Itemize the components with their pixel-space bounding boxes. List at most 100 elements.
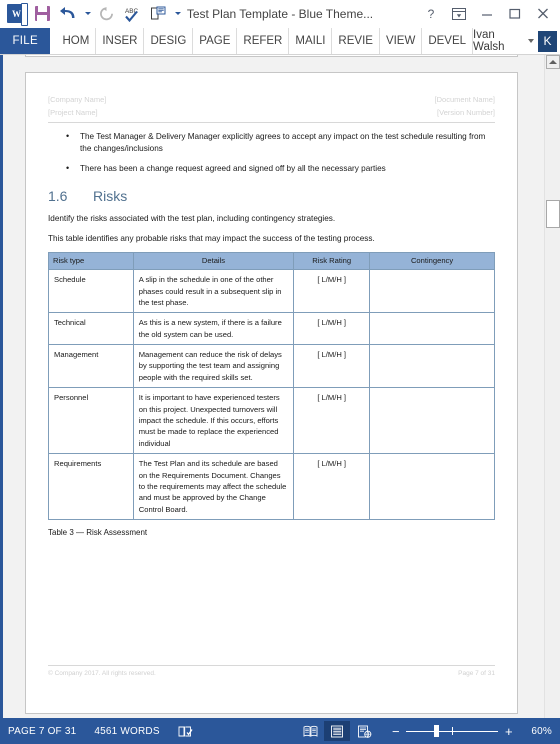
view-buttons <box>297 721 377 741</box>
ribbon-display-options-icon[interactable] <box>446 3 472 25</box>
tab-review[interactable]: REVIE <box>332 28 380 54</box>
read-mode-view-button[interactable] <box>297 721 323 741</box>
minimize-button[interactable] <box>474 3 500 25</box>
cell-risk-type: Schedule <box>48 269 134 314</box>
help-button[interactable]: ? <box>418 3 444 25</box>
print-preview-icon[interactable] <box>146 2 170 26</box>
table-row[interactable]: Requirements The Test Plan and its sched… <box>48 453 495 521</box>
tab-developer[interactable]: DEVEL <box>422 28 474 54</box>
account-area[interactable]: Ivan Walsh K <box>473 28 560 54</box>
paragraph: Identify the risks associated with the t… <box>48 213 336 223</box>
undo-dropdown-icon[interactable] <box>82 2 92 26</box>
proofing-status-icon[interactable] <box>178 725 193 738</box>
word-window: W ABC Test Plan Template - Blue Theme...… <box>0 0 560 744</box>
document-canvas[interactable]: [Company Name] [Project Name] [Document … <box>3 55 544 718</box>
column-header-risk-rating: Risk Rating <box>293 252 371 271</box>
document-work-area: [Company Name] [Project Name] [Document … <box>0 55 560 718</box>
zoom-slider[interactable] <box>406 725 499 737</box>
table-row[interactable]: Management Management can reduce the ris… <box>48 344 495 389</box>
quick-access-toolbar: W ABC <box>0 2 182 26</box>
cell-risk-type: Personnel <box>48 387 134 455</box>
vertical-scrollbar[interactable] <box>544 55 560 718</box>
table-caption: Table 3 — Risk Assessment <box>48 528 148 538</box>
close-button[interactable] <box>530 3 556 25</box>
cell-risk-rating: [ L/M/H ] <box>293 453 371 521</box>
cell-risk-rating: [ L/M/H ] <box>293 387 371 455</box>
table-header-row: Risk type Details Risk Rating Contingenc… <box>48 252 495 271</box>
cell-contingency <box>369 312 495 346</box>
table-row[interactable]: Technical As this is a new system, if th… <box>48 312 495 346</box>
table-row[interactable]: Schedule A slip in the schedule in one o… <box>48 269 495 314</box>
tab-home[interactable]: HOM <box>56 28 97 54</box>
customize-qat-icon[interactable] <box>172 2 182 26</box>
column-header-risk-type: Risk type <box>48 252 134 271</box>
section-title: Risks <box>93 187 128 204</box>
zoom-level-label[interactable]: 60% <box>531 726 552 737</box>
document-header: [Company Name] [Project Name] [Document … <box>48 95 495 119</box>
zoom-slider-tick <box>452 727 454 735</box>
header-project-name: [Project Name] <box>48 107 98 117</box>
risk-assessment-table[interactable]: Risk type Details Risk Rating Contingenc… <box>48 252 495 521</box>
word-count[interactable]: 4561 WORDS <box>94 726 159 737</box>
redo-icon[interactable] <box>94 2 118 26</box>
word-logo-icon[interactable]: W <box>4 2 28 26</box>
maximize-button[interactable] <box>502 3 528 25</box>
cell-details: Management can reduce the risk of delays… <box>132 344 295 389</box>
title-bar: W ABC Test Plan Template - Blue Theme...… <box>0 0 560 28</box>
cell-risk-rating: [ L/M/H ] <box>293 312 371 346</box>
section-heading: 1.6 Risks <box>48 188 495 204</box>
cell-details: A slip in the schedule in one of the oth… <box>132 269 295 314</box>
bullet-list: The Test Manager & Delivery Manager expl… <box>66 130 495 176</box>
footer-page-number: Page 7 of 31 <box>458 670 495 677</box>
save-icon[interactable] <box>30 2 54 26</box>
header-version-number: [Version Number] <box>437 107 495 117</box>
cell-risk-type: Management <box>48 344 134 389</box>
tab-design[interactable]: DESIG <box>144 28 194 54</box>
ribbon-tab-bar: FILE HOM INSER DESIG PAGE REFER MAILI RE… <box>0 28 560 55</box>
tab-view[interactable]: VIEW <box>380 28 423 54</box>
ribbon-tabs: HOM INSER DESIG PAGE REFER MAILI REVIE V… <box>56 28 474 54</box>
window-controls: ? <box>418 3 560 25</box>
spelling-icon[interactable]: ABC <box>120 2 144 26</box>
column-header-details: Details <box>132 252 295 271</box>
cell-risk-type: Requirements <box>48 453 134 521</box>
section-number: 1.6 <box>48 187 68 204</box>
tab-references[interactable]: REFER <box>237 28 290 54</box>
cell-contingency <box>369 387 495 455</box>
scroll-up-button[interactable] <box>546 55 560 69</box>
cell-risk-rating: [ L/M/H ] <box>293 269 371 314</box>
cell-details: It is important to have experienced test… <box>132 387 295 455</box>
chevron-down-icon[interactable] <box>528 39 535 43</box>
tab-file[interactable]: FILE <box>0 28 51 54</box>
avatar[interactable]: K <box>538 30 557 52</box>
footer-divider <box>48 665 495 666</box>
zoom-out-button[interactable]: − <box>391 725 400 738</box>
cell-risk-type: Technical <box>48 312 134 346</box>
cell-contingency <box>369 269 495 314</box>
tab-page-layout[interactable]: PAGE <box>193 28 238 54</box>
footer-copyright: © Company 2017. All rights reserved. <box>48 670 156 677</box>
tab-mailings[interactable]: MAILI <box>289 28 333 54</box>
scrollbar-thumb[interactable] <box>546 200 560 228</box>
cell-contingency <box>369 453 495 521</box>
previous-page-edge <box>25 55 518 57</box>
table-row[interactable]: Personnel It is important to have experi… <box>48 387 495 455</box>
zoom-in-button[interactable]: + <box>504 725 513 738</box>
paragraph: This table identifies any probable risks… <box>48 233 375 243</box>
page-indicator[interactable]: PAGE 7 OF 31 <box>8 726 76 737</box>
document-footer: © Company 2017. All rights reserved. Pag… <box>48 665 495 677</box>
tab-insert[interactable]: INSER <box>96 28 145 54</box>
print-layout-view-button[interactable] <box>324 721 351 741</box>
header-divider <box>48 121 495 123</box>
header-company-name: [Company Name] <box>48 95 107 104</box>
scroll-down-button[interactable] <box>546 704 560 718</box>
status-bar: PAGE 7 OF 31 4561 WORDS − + 60% <box>0 718 560 744</box>
document-page[interactable]: [Company Name] [Project Name] [Document … <box>25 72 518 714</box>
header-document-name: [Document Name] <box>434 95 495 104</box>
web-layout-view-button[interactable] <box>351 721 377 741</box>
account-name: Ivan Walsh <box>473 29 505 53</box>
column-header-contingency: Contingency <box>369 252 495 271</box>
cell-details: The Test Plan and its schedule are based… <box>132 453 295 521</box>
zoom-slider-thumb[interactable] <box>434 725 440 737</box>
undo-icon[interactable] <box>56 2 80 26</box>
